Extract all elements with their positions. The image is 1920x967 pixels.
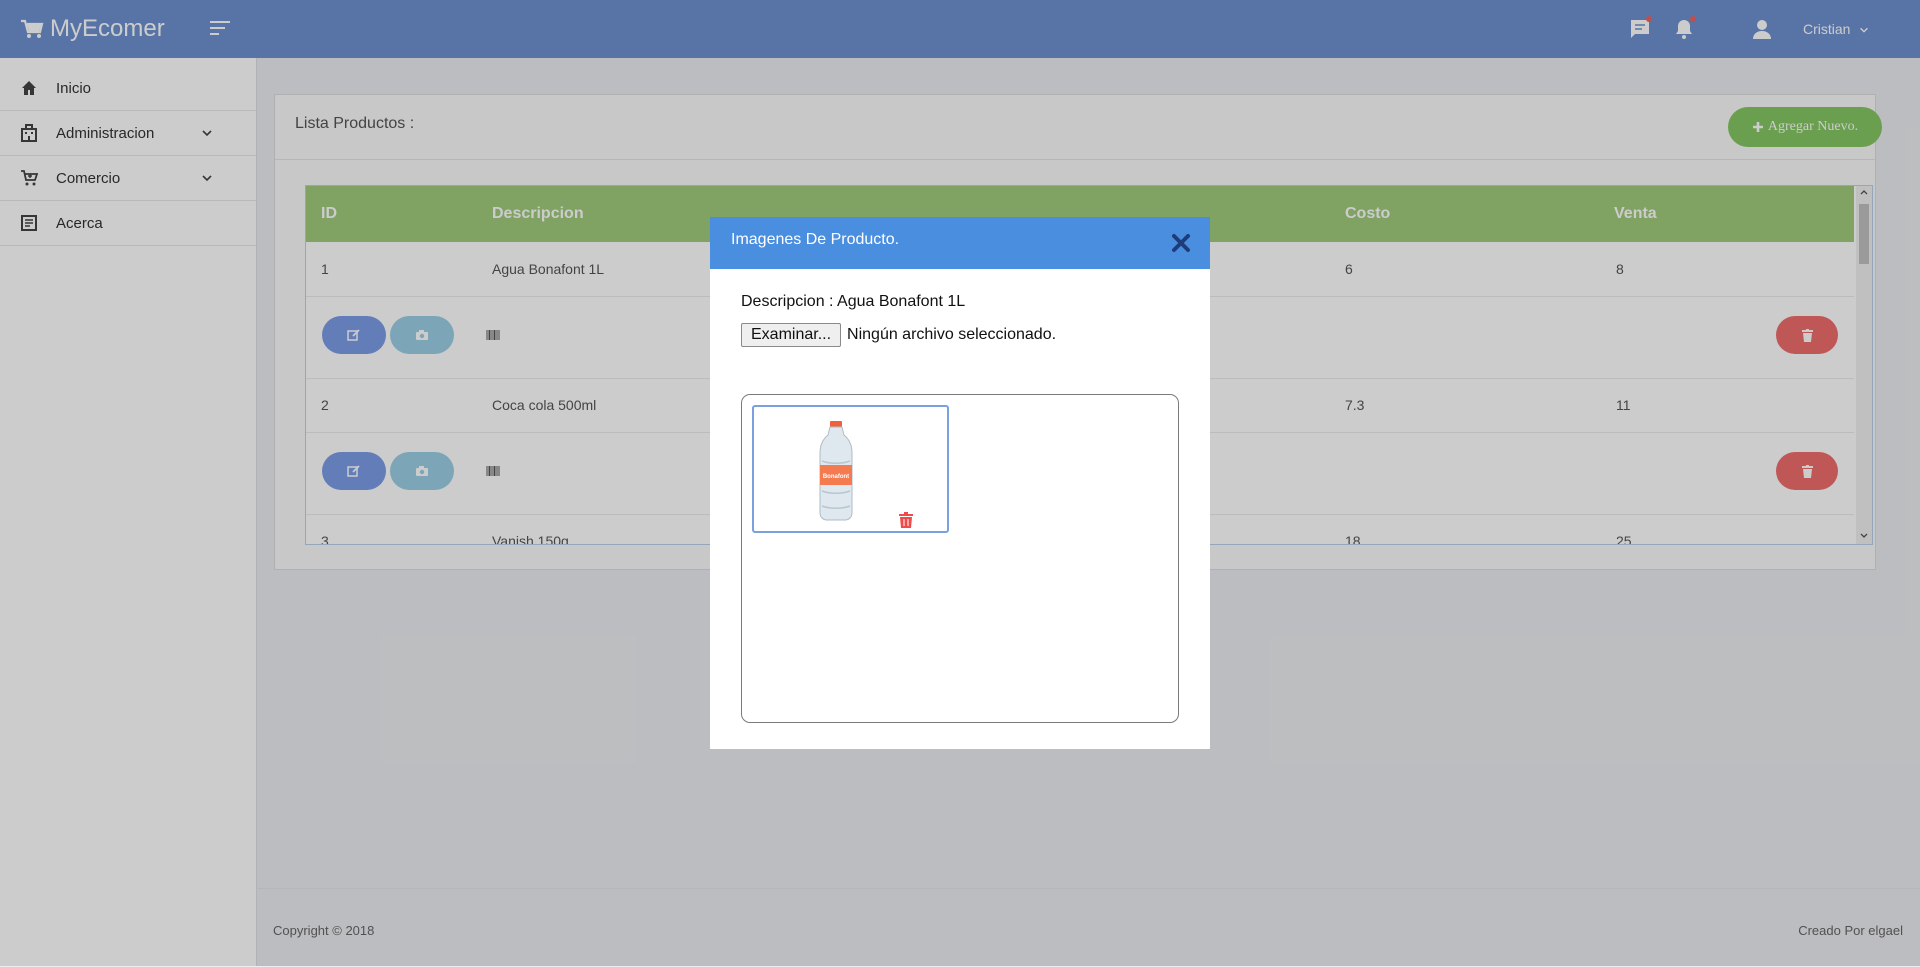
- close-icon[interactable]: [1170, 232, 1192, 254]
- product-description: Descripcion : Agua Bonafont 1L: [741, 293, 966, 310]
- modal-body: Descripcion : Agua Bonafont 1L Examinar.…: [741, 293, 1179, 347]
- image-gallery: Bonafont: [741, 394, 1179, 723]
- modal-title: Imagenes De Producto.: [731, 231, 900, 248]
- product-image: Bonafont: [819, 421, 853, 521]
- product-images-modal: Imagenes De Producto. Descripcion : Agua…: [710, 217, 1210, 749]
- bottle-label: Bonafont: [823, 474, 849, 480]
- file-status: Ningún archivo seleccionado.: [847, 326, 1057, 343]
- file-input[interactable]: Examinar... Ningún archivo seleccionado.: [741, 323, 1056, 347]
- browse-button[interactable]: Examinar...: [741, 323, 842, 347]
- image-thumbnail[interactable]: Bonafont: [752, 405, 949, 533]
- modal-header: Imagenes De Producto.: [710, 217, 1210, 269]
- trash-icon[interactable]: [899, 512, 913, 528]
